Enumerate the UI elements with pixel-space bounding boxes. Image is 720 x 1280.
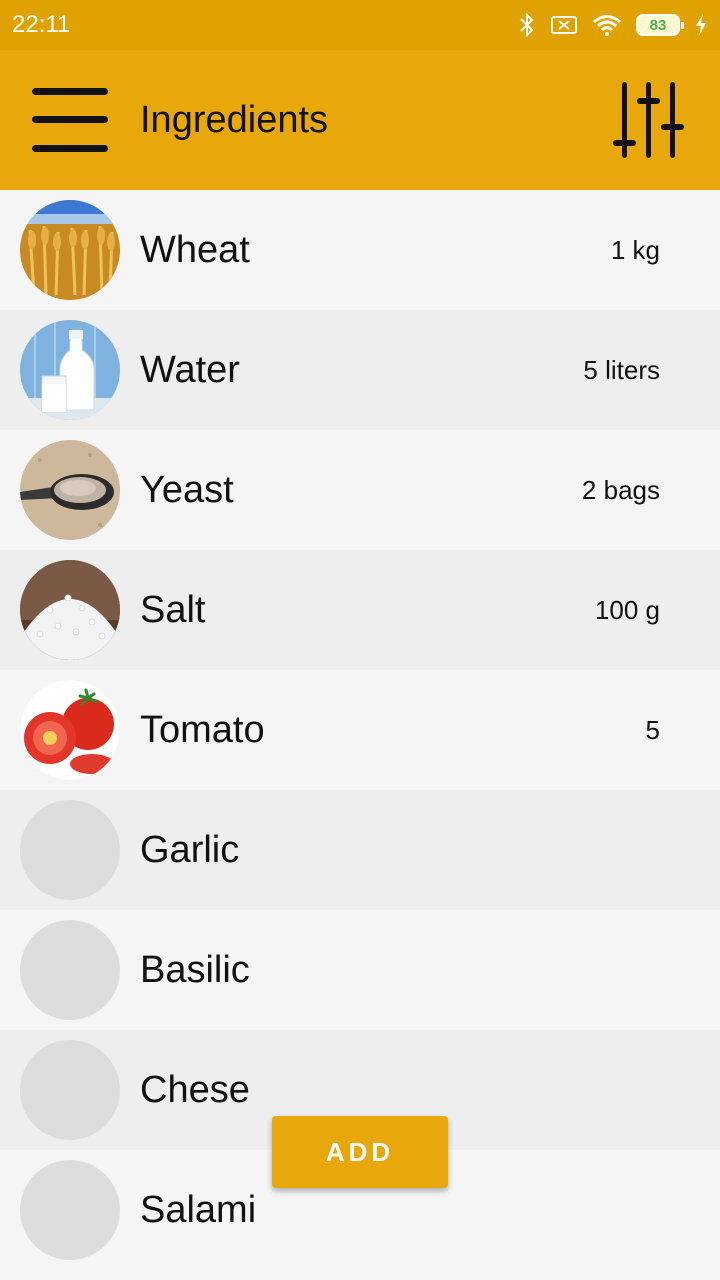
hamburger-menu-icon bbox=[32, 88, 108, 152]
list-item[interactable]: Garlic bbox=[0, 790, 720, 910]
sliders-icon bbox=[613, 82, 684, 158]
menu-button[interactable] bbox=[0, 50, 140, 190]
wifi-icon bbox=[593, 15, 621, 36]
app-bar: Ingredients bbox=[0, 50, 720, 190]
list-item[interactable]: Basilic bbox=[0, 910, 720, 1030]
wheat-photo bbox=[20, 200, 120, 300]
milk-bottle-photo bbox=[20, 320, 120, 420]
ingredient-name: Basilic bbox=[140, 948, 250, 991]
placeholder-image bbox=[20, 800, 120, 900]
add-button[interactable]: ADD bbox=[272, 1116, 448, 1188]
ingredient-quantity: 5 bbox=[645, 714, 660, 745]
placeholder-image bbox=[20, 1160, 120, 1260]
list-item[interactable]: Water 5 liters bbox=[0, 310, 720, 430]
ingredient-name: Chese bbox=[140, 1068, 250, 1111]
status-icons: 83 bbox=[518, 12, 708, 38]
salt-photo bbox=[20, 560, 120, 660]
ingredient-quantity: 5 liters bbox=[583, 354, 660, 385]
filter-button[interactable] bbox=[588, 50, 708, 190]
ingredient-name: Water bbox=[140, 348, 240, 391]
placeholder-image bbox=[20, 920, 120, 1020]
ingredient-quantity: 2 bags bbox=[581, 474, 660, 505]
battery-level: 83 bbox=[649, 16, 667, 34]
ingredient-name: Wheat bbox=[140, 228, 250, 271]
ingredient-name: Yeast bbox=[140, 468, 234, 511]
yeast-spoon-photo bbox=[20, 440, 120, 540]
charging-icon bbox=[696, 14, 706, 36]
list-item[interactable]: Salt 100 g bbox=[0, 550, 720, 670]
list-item[interactable]: Tomato 5 bbox=[0, 670, 720, 790]
ingredient-name: Tomato bbox=[140, 708, 265, 751]
battery-icon: 83 bbox=[636, 14, 684, 36]
ingredient-name: Salt bbox=[140, 588, 206, 631]
placeholder-image bbox=[20, 1040, 120, 1140]
list-item[interactable]: Yeast 2 bags bbox=[0, 430, 720, 550]
tomato-photo bbox=[20, 680, 120, 780]
ingredient-name: Garlic bbox=[140, 828, 240, 871]
status-time: 22:11 bbox=[12, 11, 71, 38]
bluetooth-icon bbox=[520, 12, 534, 38]
ingredient-quantity: 100 g bbox=[594, 594, 660, 625]
status-bar: 22:11 83 bbox=[0, 0, 720, 50]
page-title: Ingredients bbox=[140, 98, 329, 141]
sim-off-icon bbox=[551, 16, 577, 34]
list-item[interactable]: Wheat 1 kg bbox=[0, 190, 720, 310]
ingredient-quantity: 1 kg bbox=[610, 234, 660, 265]
ingredient-name: Salami bbox=[140, 1188, 257, 1231]
